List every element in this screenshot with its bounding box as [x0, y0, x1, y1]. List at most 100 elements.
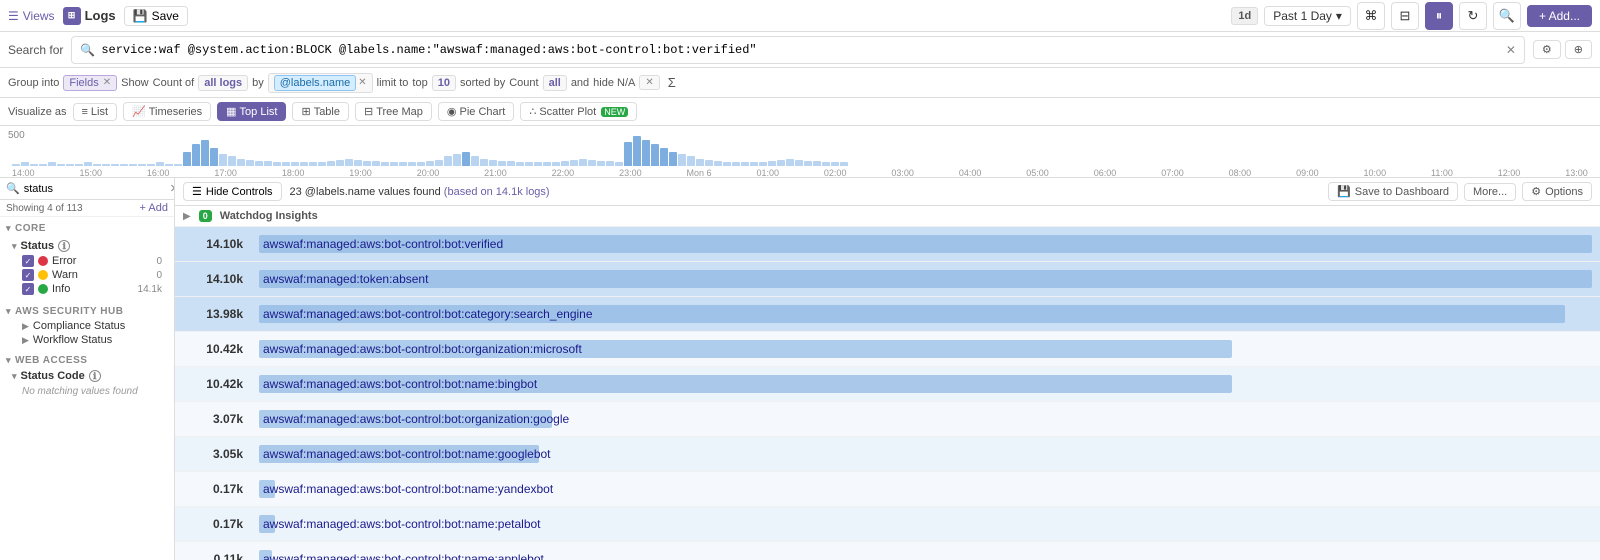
chart-bar — [165, 164, 173, 166]
hide-na-chip[interactable]: ✕ — [639, 75, 659, 90]
table-row[interactable]: 14.10kawswaf:managed:token:absent — [175, 262, 1600, 297]
chart-bar — [381, 162, 389, 166]
search-options-button[interactable]: ⚙ — [1533, 40, 1561, 59]
warn-dot — [38, 270, 48, 280]
main-layout: 🔍 ✕ Showing 4 of 113 + Add ▾ CORE ▾ Stat… — [0, 178, 1600, 560]
watchdog-expand-icon[interactable]: ▶ — [183, 211, 191, 222]
sidebar-item-workflow[interactable]: ▶ Workflow Status — [6, 333, 168, 347]
table-row[interactable]: 10.42kawswaf:managed:aws:bot-control:bot… — [175, 332, 1600, 367]
fields-chip-remove[interactable]: ✕ — [103, 77, 111, 88]
error-dot — [38, 256, 48, 266]
watchdog-icon: 0 — [199, 210, 212, 222]
table-row[interactable]: 10.42kawswaf:managed:aws:bot-control:bot… — [175, 367, 1600, 402]
time-selector[interactable]: Past 1 Day ▾ — [1264, 6, 1351, 26]
sidebar-item-error[interactable]: Error 0 — [6, 254, 168, 268]
search-clear-icon[interactable]: ✕ — [1506, 43, 1516, 57]
viz-table-button[interactable]: ⊞ Table — [292, 102, 349, 121]
sidebar-search-input[interactable] — [24, 183, 166, 195]
all-chip[interactable]: all — [543, 75, 567, 91]
sidebar-core-header[interactable]: ▾ CORE — [6, 221, 168, 236]
by-value-chip[interactable]: @labels.name ✕ — [268, 73, 373, 93]
hide-controls-icon: ☰ — [192, 185, 202, 198]
chart-bar — [291, 162, 299, 166]
sidebar-status-header[interactable]: ▾ Status ℹ — [6, 238, 168, 254]
sidebar-item-compliance[interactable]: ▶ Compliance Status — [6, 319, 168, 333]
options-button[interactable]: ⚙ Options — [1522, 182, 1592, 201]
row-count: 13.98k — [183, 307, 243, 321]
sidebar-core-label: CORE — [15, 223, 46, 234]
sidebar-item-warn[interactable]: Warn 0 — [6, 268, 168, 282]
viz-timeseries-button[interactable]: 📈 Timeseries — [123, 102, 211, 121]
sidebar-item-info[interactable]: Info 14.1k — [6, 282, 168, 296]
sidebar-add-button[interactable]: + Add — [140, 202, 168, 214]
row-count: 0.17k — [183, 482, 243, 496]
time-badge: 1d — [1231, 7, 1258, 25]
chart-bar — [516, 162, 524, 166]
viz-table-label: Table — [314, 106, 340, 118]
sigma-icon[interactable]: Σ — [668, 75, 676, 90]
search-input-wrap[interactable]: 🔍 ✕ — [71, 36, 1525, 64]
chart-bar — [471, 156, 479, 166]
search-icon[interactable]: 🔍 — [1493, 2, 1521, 30]
table-row[interactable]: 13.98kawswaf:managed:aws:bot-control:bot… — [175, 297, 1600, 332]
row-bar-cell: awswaf:managed:aws:bot-control:bot:name:… — [259, 548, 1592, 560]
watchdog-row[interactable]: ▶ 0 Watchdog Insights — [175, 206, 1600, 227]
viz-toplist-button[interactable]: ▦ Top List — [217, 102, 286, 121]
info-label: Info — [52, 283, 70, 295]
chart-bar — [417, 162, 425, 166]
refresh-icon[interactable]: ↻ — [1459, 2, 1487, 30]
chart-bar — [651, 144, 659, 166]
chart-bar — [12, 164, 20, 166]
table-row[interactable]: 14.10kawswaf:managed:aws:bot-control:bot… — [175, 227, 1600, 262]
chart-bar — [678, 154, 686, 166]
content-area: ☰ Hide Controls 23 @labels.name values f… — [175, 178, 1600, 560]
search-input[interactable] — [101, 43, 1500, 57]
top-value-chip[interactable]: 10 — [432, 75, 456, 91]
viz-list-button[interactable]: ≡ List — [73, 103, 118, 121]
chart-bar — [336, 160, 344, 166]
chart-bar — [723, 162, 731, 166]
results-basis[interactable]: (based on 14.1k logs) — [444, 186, 550, 198]
hide-na-remove[interactable]: ✕ — [645, 77, 653, 88]
by-chip-remove[interactable]: ✕ — [358, 77, 366, 88]
sidebar-web-header[interactable]: ▾ WEB ACCESS — [6, 353, 168, 368]
table-row[interactable]: 0.17kawswaf:managed:aws:bot-control:bot:… — [175, 507, 1600, 542]
top-value: 10 — [438, 77, 450, 89]
table-row[interactable]: 0.11kawswaf:managed:aws:bot-control:bot:… — [175, 542, 1600, 560]
keyboard-shortcut-icon[interactable]: ⌘ — [1357, 2, 1385, 30]
pause-icon[interactable]: ⏸ — [1425, 2, 1453, 30]
table-row[interactable]: 3.07kawswaf:managed:aws:bot-control:bot:… — [175, 402, 1600, 437]
views-button[interactable]: ☰ Views — [8, 9, 55, 23]
chart-bar — [669, 152, 677, 166]
table-row[interactable]: 3.05kawswaf:managed:aws:bot-control:bot:… — [175, 437, 1600, 472]
row-bar-cell: awswaf:managed:aws:bot-control:bot:organ… — [259, 408, 1592, 430]
sidebar-aws-header[interactable]: ▾ AWS SECURITY HUB — [6, 304, 168, 319]
all-logs-chip[interactable]: all logs — [198, 75, 248, 91]
save-dashboard-button[interactable]: 💾 Save to Dashboard — [1328, 182, 1458, 201]
search-share-button[interactable]: ⊕ — [1565, 40, 1592, 59]
status-info-icon: ℹ — [58, 240, 70, 252]
viz-scatter-button[interactable]: ∴ Scatter Plot NEW — [520, 102, 637, 121]
scatter-new-badge: NEW — [601, 107, 628, 117]
sidebar-search[interactable]: 🔍 ✕ — [0, 178, 174, 200]
viz-treemap-button[interactable]: ⊟ Tree Map — [355, 102, 432, 121]
split-view-icon[interactable]: ⊟ — [1391, 2, 1419, 30]
info-checkbox[interactable] — [22, 283, 34, 295]
warn-checkbox[interactable] — [22, 269, 34, 281]
save-button[interactable]: 💾 Save — [124, 6, 188, 26]
table-row[interactable]: 0.17kawswaf:managed:aws:bot-control:bot:… — [175, 472, 1600, 507]
count-label: Count — [509, 77, 538, 89]
error-checkbox[interactable] — [22, 255, 34, 267]
sidebar-info: Showing 4 of 113 + Add — [0, 200, 174, 217]
sidebar-status-code-header[interactable]: ▾ Status Code ℹ — [6, 368, 168, 384]
chart-bar — [696, 159, 704, 166]
chart-bar — [597, 161, 605, 166]
fields-chip[interactable]: Fields ✕ — [63, 75, 117, 91]
hide-controls-button[interactable]: ☰ Hide Controls — [183, 182, 282, 201]
add-button[interactable]: + Add... — [1527, 5, 1592, 27]
show-label: Show — [121, 77, 149, 89]
viz-toplist-label: Top List — [240, 106, 278, 118]
viz-piechart-button[interactable]: ◉ Pie Chart — [438, 102, 514, 121]
more-button[interactable]: More... — [1464, 183, 1516, 201]
viz-scatter-label: Scatter Plot — [539, 106, 596, 118]
